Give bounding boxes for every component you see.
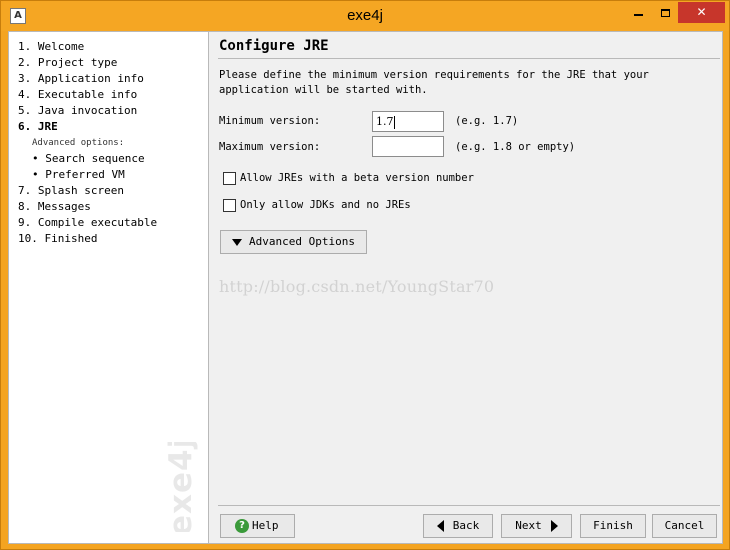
- advanced-options-header: Advanced options:: [32, 138, 125, 148]
- app-window: A exe4j ✕ 1. Welcome 2. Project type 3. …: [0, 0, 730, 550]
- footer-divider: [218, 505, 720, 506]
- arrow-right-icon: [550, 520, 558, 532]
- wizard-content: Configure JRE Please define the minimum …: [210, 32, 722, 543]
- step-preferred-vm[interactable]: • Preferred VM: [18, 167, 157, 183]
- step-executable-info[interactable]: 4. Executable info: [18, 87, 157, 103]
- step-messages[interactable]: 8. Messages: [18, 199, 157, 215]
- max-version-input[interactable]: [372, 136, 444, 157]
- wizard-sidebar: 1. Welcome 2. Project type 3. Applicatio…: [9, 32, 209, 543]
- close-icon: ✕: [696, 5, 707, 19]
- close-button[interactable]: ✕: [678, 2, 725, 23]
- jdk-only-row[interactable]: Only allow JDKs and no JREs: [223, 198, 411, 214]
- advanced-options-label: Advanced Options: [249, 235, 355, 248]
- text-caret: [393, 115, 395, 129]
- step-splash-screen[interactable]: 7. Splash screen: [18, 183, 157, 199]
- min-version-value: 1.7: [376, 115, 394, 128]
- step-welcome[interactable]: 1. Welcome: [18, 39, 157, 55]
- brand-logo: exe4j: [164, 442, 198, 532]
- help-label: Help: [252, 519, 279, 532]
- help-button[interactable]: ? Help: [220, 514, 295, 538]
- finish-button[interactable]: Finish: [580, 514, 646, 538]
- min-version-label: Minimum version:: [219, 115, 321, 127]
- advanced-options-button[interactable]: Advanced Options: [220, 230, 367, 254]
- step-finished[interactable]: 10. Finished: [18, 231, 157, 247]
- min-version-hint: (e.g. 1.7): [455, 115, 519, 127]
- step-search-sequence[interactable]: • Search sequence: [18, 151, 157, 167]
- max-version-hint: (e.g. 1.8 or empty): [455, 141, 576, 153]
- back-button[interactable]: Back: [423, 514, 493, 538]
- page-title: Configure JRE: [219, 38, 329, 54]
- window-title: exe4j: [347, 7, 383, 24]
- step-application-info[interactable]: 3. Application info: [18, 71, 157, 87]
- back-label: Back: [452, 519, 480, 532]
- help-icon: ?: [235, 519, 249, 533]
- min-version-input[interactable]: 1.7: [372, 111, 444, 132]
- arrow-left-icon: [436, 520, 444, 532]
- step-project-type[interactable]: 2. Project type: [18, 55, 157, 71]
- minimize-icon: [634, 13, 643, 16]
- step-jre[interactable]: 6. JRE: [18, 119, 157, 135]
- next-button[interactable]: Next: [501, 514, 572, 538]
- step-java-invocation[interactable]: 5. Java invocation: [18, 103, 157, 119]
- watermark-text: http://blog.csdn.net/YoungStar70: [219, 277, 495, 296]
- step-list: 1. Welcome 2. Project type 3. Applicatio…: [18, 39, 157, 247]
- minimize-button[interactable]: [625, 2, 652, 23]
- maximize-icon: [660, 8, 670, 17]
- allow-beta-checkbox[interactable]: [223, 171, 236, 185]
- jdk-only-label: Only allow JDKs and no JREs: [240, 199, 411, 211]
- step-compile-executable[interactable]: 9. Compile executable: [18, 215, 157, 231]
- triangle-down-icon: [232, 238, 243, 246]
- max-version-label: Maximum version:: [219, 141, 321, 153]
- allow-beta-row[interactable]: Allow JREs with a beta version number: [223, 171, 474, 187]
- next-label: Next: [515, 519, 542, 532]
- jdk-only-checkbox[interactable]: [223, 198, 236, 212]
- maximize-button[interactable]: [652, 2, 678, 23]
- wizard-client-area: 1. Welcome 2. Project type 3. Applicatio…: [8, 31, 723, 544]
- title-bar[interactable]: A exe4j ✕: [1, 1, 729, 31]
- allow-beta-label: Allow JREs with a beta version number: [240, 172, 474, 184]
- brand-text: exe4j: [164, 442, 198, 532]
- title-divider: [218, 58, 720, 59]
- cancel-button[interactable]: Cancel: [652, 514, 717, 538]
- page-description: Please define the minimum version requir…: [219, 69, 649, 96]
